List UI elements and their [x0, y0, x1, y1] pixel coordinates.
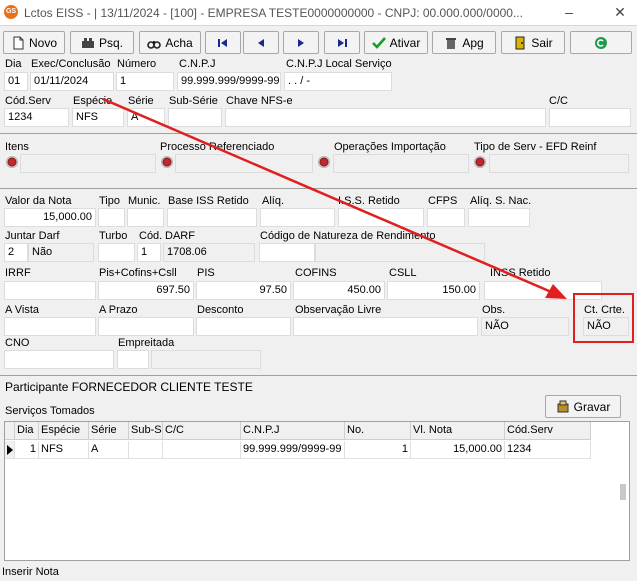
annotation-arrow — [102, 97, 567, 299]
highlight-box — [573, 293, 634, 343]
